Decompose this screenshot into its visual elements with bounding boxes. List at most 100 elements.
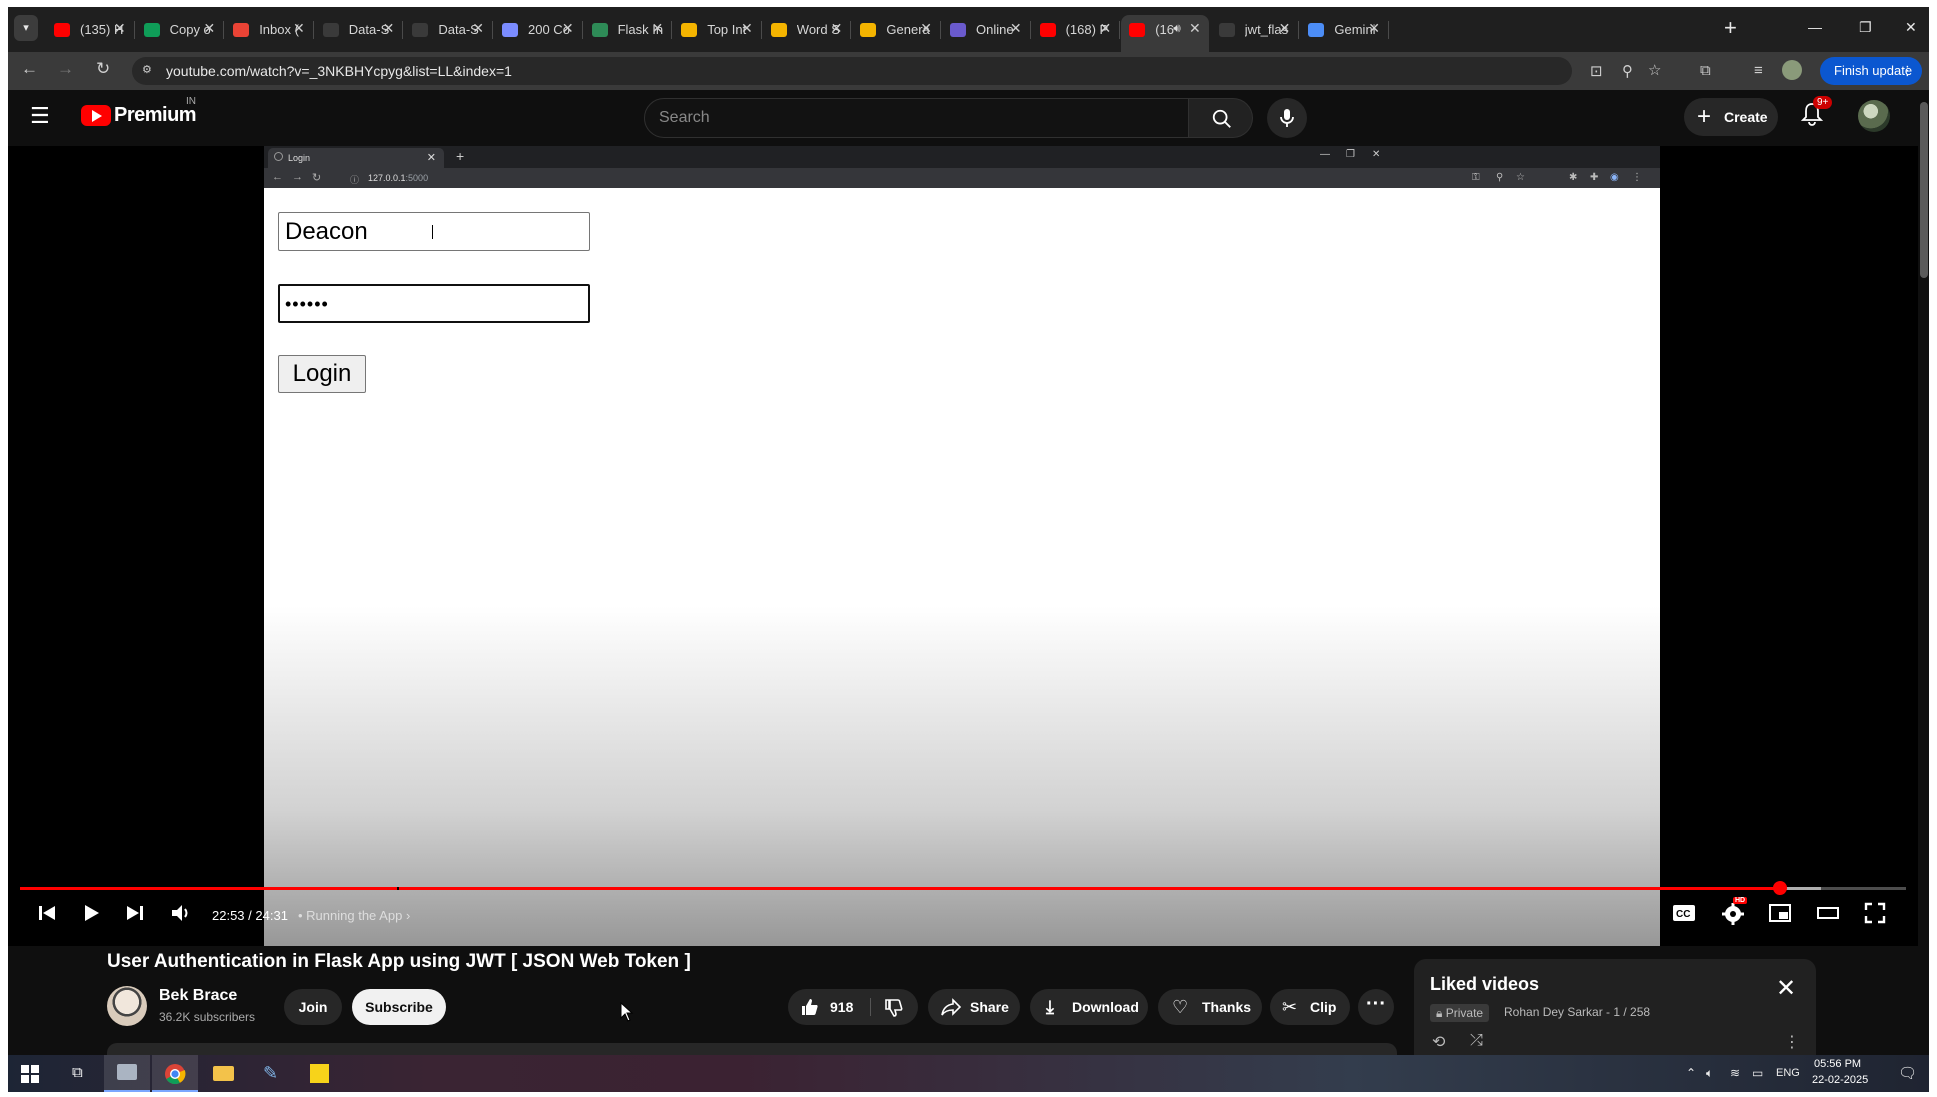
- loop-icon[interactable]: ⟲: [1432, 1032, 1445, 1052]
- tab-close-icon[interactable]: ✕: [114, 20, 126, 37]
- taskbar-app-editor[interactable]: ✎: [248, 1055, 294, 1092]
- page-scrollbar[interactable]: [1918, 90, 1929, 1055]
- play-icon[interactable]: [80, 902, 102, 924]
- create-button[interactable]: + Create: [1684, 98, 1778, 136]
- scrollbar-thumb[interactable]: [1920, 102, 1928, 278]
- miniplayer-icon[interactable]: [1768, 902, 1792, 924]
- previous-icon[interactable]: [36, 902, 58, 924]
- reload-button[interactable]: ↻: [96, 59, 110, 79]
- finish-update-button[interactable]: Finish update ⋮: [1820, 57, 1922, 85]
- browser-tab[interactable]: Copy o ✕: [136, 15, 225, 45]
- forward-button[interactable]: →: [57, 59, 74, 79]
- subscribe-button[interactable]: Subscribe: [352, 989, 446, 1025]
- browser-tab[interactable]: Online ✕: [942, 15, 1031, 45]
- volume-icon[interactable]: [170, 902, 192, 924]
- channel-name[interactable]: Bek Brace: [159, 987, 237, 1005]
- extensions-icon[interactable]: ⧉: [1700, 62, 1711, 79]
- chapter-title[interactable]: • Running the App ›: [298, 908, 410, 923]
- clip-button[interactable]: ✂ Clip: [1270, 989, 1350, 1025]
- captions-icon[interactable]: CC: [1672, 902, 1696, 924]
- browser-tab[interactable]: (135) H ✕: [46, 15, 135, 45]
- tab-close-icon[interactable]: ✕: [741, 20, 753, 37]
- profile-avatar[interactable]: [1782, 60, 1802, 80]
- address-url[interactable]: youtube.com/watch?v=_3NKBHYcpyg&list=LL&…: [166, 63, 512, 79]
- share-button[interactable]: Share: [928, 989, 1020, 1025]
- tab-close-icon[interactable]: ✕: [831, 20, 843, 37]
- tab-close-icon[interactable]: ✕: [472, 20, 484, 37]
- browser-tab[interactable]: 200 Co ✕: [494, 15, 583, 45]
- browser-tab[interactable]: (16 ✕ 🔊︎: [1121, 15, 1209, 52]
- notifications-icon[interactable]: 🗨︎: [1898, 1064, 1917, 1082]
- dislike-button[interactable]: [874, 989, 914, 1025]
- minimize-button[interactable]: —: [1808, 19, 1822, 35]
- more-vertical-icon[interactable]: ⋮: [1784, 1032, 1800, 1052]
- menu-icon[interactable]: ☰: [30, 103, 50, 129]
- tab-close-icon[interactable]: ✕: [920, 20, 932, 37]
- tab-close-icon[interactable]: ✕: [1279, 20, 1291, 37]
- browser-tab[interactable]: Inbox (✕: [225, 15, 314, 45]
- voice-search-button[interactable]: [1267, 98, 1307, 138]
- theater-mode-icon[interactable]: [1816, 902, 1840, 924]
- tab-close-icon[interactable]: ✕: [1189, 20, 1201, 37]
- taskbar-app-chrome[interactable]: [152, 1055, 198, 1092]
- browser-tab[interactable]: Genera ✕: [852, 15, 941, 45]
- speaker-icon[interactable]: 🔈︎: [1706, 1066, 1713, 1081]
- task-view-button[interactable]: ⧉: [56, 1055, 102, 1092]
- playlist-title[interactable]: Liked videos: [1430, 974, 1539, 995]
- start-button[interactable]: [8, 1055, 54, 1092]
- install-app-icon[interactable]: ⊡: [1590, 62, 1603, 80]
- browser-tab[interactable]: Word S ✕: [763, 15, 852, 45]
- browser-tab[interactable]: Data-S ✕: [315, 15, 404, 45]
- settings-button[interactable]: HD: [1721, 897, 1748, 931]
- clock-time[interactable]: 05:56 PM: [1814, 1058, 1861, 1070]
- tab-close-icon[interactable]: ✕: [293, 20, 305, 37]
- browser-tab[interactable]: jwt_flas ✕: [1211, 15, 1300, 45]
- address-bar[interactable]: ⚙ youtube.com/watch?v=_3NKBHYcpyg&list=L…: [132, 57, 1661, 85]
- more-actions-button[interactable]: ···: [1358, 989, 1394, 1025]
- video-frame[interactable]: Login ✕ + — ❐ ✕ ← → ↻ ⓘ 127.0.0.1:5000 ⚿…: [264, 146, 1660, 946]
- join-button[interactable]: Join: [284, 989, 342, 1025]
- tab-close-icon[interactable]: ✕: [651, 20, 663, 37]
- close-playlist-button[interactable]: ✕: [1776, 977, 1796, 1001]
- site-info-icon[interactable]: ⚙: [142, 63, 156, 77]
- clock-date[interactable]: 22-02-2025: [1812, 1074, 1868, 1086]
- tab-close-icon[interactable]: ✕: [1099, 20, 1111, 37]
- download-button[interactable]: ⤓ Download: [1030, 989, 1148, 1025]
- battery-icon[interactable]: ▭: [1752, 1066, 1763, 1080]
- taskbar-app-file-explorer[interactable]: [200, 1055, 246, 1092]
- youtube-logo-icon[interactable]: [81, 105, 111, 126]
- search-button[interactable]: [1189, 98, 1253, 138]
- new-tab-button[interactable]: +: [1724, 17, 1737, 39]
- tab-close-icon[interactable]: ✕: [203, 20, 215, 37]
- restore-button[interactable]: ❐: [1859, 19, 1872, 36]
- chevron-up-icon[interactable]: ⌃: [1686, 1066, 1696, 1080]
- taskbar-app-sticky-notes[interactable]: [296, 1055, 342, 1092]
- browser-tab[interactable]: Gemini ✕: [1300, 15, 1389, 45]
- search-box[interactable]: [644, 98, 1189, 138]
- back-button[interactable]: ←: [21, 59, 38, 79]
- fullscreen-icon[interactable]: [1864, 902, 1886, 924]
- language-indicator[interactable]: ENG: [1776, 1067, 1800, 1079]
- browser-tab[interactable]: Flask In ✕: [584, 15, 673, 45]
- tab-close-icon[interactable]: ✕: [562, 20, 574, 37]
- description-box[interactable]: [107, 1043, 1397, 1055]
- like-button[interactable]: 918: [792, 989, 866, 1025]
- next-icon[interactable]: [124, 902, 146, 924]
- tab-close-icon[interactable]: ✕: [1010, 20, 1022, 37]
- wifi-icon[interactable]: ≋: [1730, 1066, 1740, 1080]
- media-controls-icon[interactable]: ≡: [1754, 62, 1763, 79]
- tab-close-icon[interactable]: ✕: [383, 20, 395, 37]
- tab-search-button[interactable]: ▾: [14, 15, 38, 41]
- channel-avatar[interactable]: [107, 986, 147, 1026]
- close-window-button[interactable]: ✕: [1905, 19, 1917, 36]
- search-input[interactable]: [659, 109, 1159, 127]
- video-player[interactable]: Login ✕ + — ❐ ✕ ← → ↻ ⓘ 127.0.0.1:5000 ⚿…: [8, 146, 1918, 946]
- progress-bar[interactable]: [20, 881, 1906, 895]
- bookmark-star-icon[interactable]: ☆: [1648, 61, 1661, 79]
- taskbar-app-file-explorer-window[interactable]: [104, 1055, 150, 1092]
- thanks-button[interactable]: ♡ Thanks: [1158, 989, 1262, 1025]
- browser-tab[interactable]: Top Int ✕: [673, 15, 762, 45]
- audio-playing-icon[interactable]: 🔊︎: [1173, 21, 1181, 36]
- progress-scrubber[interactable]: [1772, 881, 1787, 895]
- browser-tab[interactable]: Data-S ✕: [404, 15, 493, 45]
